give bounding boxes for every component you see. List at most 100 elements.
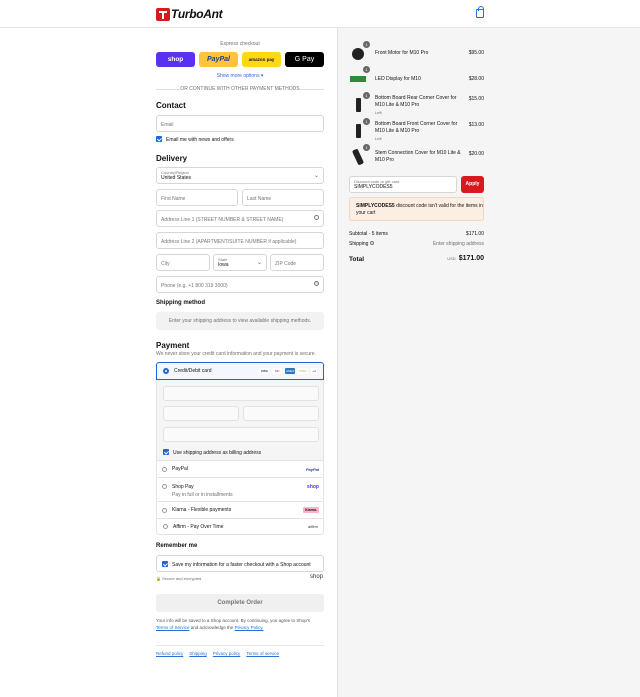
help-icon[interactable]: ?	[314, 281, 319, 286]
total-value: $171.00	[458, 255, 484, 262]
express-checkout-title: Express checkout	[220, 41, 260, 47]
led-display-icon	[350, 76, 366, 82]
payment-heading: Payment	[156, 341, 190, 350]
radio-selected-icon	[163, 368, 169, 374]
card-number-field[interactable]	[163, 386, 319, 401]
news-checkbox-label: Email me with news and offers	[166, 137, 234, 143]
privacy-policy-footer-link[interactable]: Privacy policy	[213, 651, 241, 656]
radio-icon	[162, 507, 167, 513]
amazon-pay-button[interactable]: amazon pay	[242, 52, 281, 67]
affirm-logo-icon: affirm	[308, 524, 318, 529]
google-pay-button[interactable]: G Pay	[285, 52, 324, 67]
card-expiry-field[interactable]	[163, 406, 239, 421]
item-price: $15.00	[468, 96, 484, 102]
help-icon[interactable]	[369, 241, 374, 245]
legal-text: Your info will be saved to a Shop accoun…	[156, 618, 311, 630]
billing-same-label: Use shipping address as billing address	[173, 450, 262, 456]
subtotal-value: $171.00	[465, 231, 484, 237]
terms-of-service-footer-link[interactable]: Terms of service	[246, 651, 279, 656]
item-price: $13.00	[468, 122, 484, 128]
product-image: 1	[349, 66, 370, 88]
motor-icon	[352, 48, 364, 60]
delivery-heading: Delivery	[156, 154, 188, 163]
city-field[interactable]: City	[156, 254, 210, 271]
currency-code: USD	[447, 256, 456, 261]
or-divider-text: OR CONTINUE WITH OTHER PAYMENT METHODS	[180, 86, 300, 92]
item-name: Front Motor for M10 Pro	[375, 50, 429, 56]
product-image: 1	[349, 144, 370, 166]
stem-cover-icon	[351, 148, 365, 166]
item-price: $28.00	[468, 76, 484, 82]
apply-button[interactable]: Apply	[461, 176, 484, 193]
payment-list-border	[323, 460, 324, 518]
news-checkbox[interactable]	[156, 136, 162, 142]
card-cvv-field[interactable]	[243, 406, 319, 421]
shop-logo-icon: shop	[307, 484, 319, 490]
total-value-group: USD $171.00	[447, 255, 484, 262]
shipping-method-note: Enter your shipping address to view avai…	[156, 312, 324, 330]
paypal-logo-icon: PayPal	[305, 466, 319, 472]
secure-note: 🔒 Secure and encrypted	[156, 576, 202, 581]
shop-pay-button[interactable]: shop	[156, 52, 195, 67]
refund-policy-link[interactable]: Refund policy	[156, 651, 183, 656]
discover-icon: DISC	[298, 368, 309, 374]
shipping-link[interactable]: Shipping	[189, 651, 207, 656]
item-name: LED Display for M10	[375, 76, 421, 82]
payment-option-klarna[interactable]: Klarna - Flexible payments Klarna.	[156, 501, 324, 518]
more-cards-icon: +4	[311, 368, 317, 374]
privacy-policy-link[interactable]: Privacy Policy.	[235, 625, 264, 630]
item-price: $20.00	[468, 151, 484, 157]
discount-code-field[interactable]: Discount code or gift card SIMPLYCODES5	[349, 176, 457, 193]
chevron-down-icon: ⌄	[256, 260, 262, 266]
country-select[interactable]: Country/Region United States ⌄	[156, 167, 324, 184]
cover-part-icon	[355, 124, 361, 138]
payment-option-affirm[interactable]: Affirm - Pay Over Time affirm	[156, 518, 324, 535]
discount-error-banner: SIMPLYCODES5 discount code isn't valid f…	[349, 197, 484, 221]
item-price: $95.00	[468, 50, 484, 56]
save-info-label: Save my information for a faster checkou…	[172, 562, 311, 568]
save-info-box[interactable]: Save my information for a faster checkou…	[156, 555, 324, 572]
cart-bag-icon[interactable]	[476, 6, 484, 18]
complete-order-button[interactable]: Complete Order	[156, 594, 324, 612]
phone-field[interactable]: Phone (e.g. +1 800 319 3000) ?	[156, 276, 324, 293]
email-field[interactable]: Email	[156, 115, 324, 132]
last-name-field[interactable]: Last Name	[242, 189, 324, 206]
payment-list-border	[156, 460, 157, 518]
header: TurboAnt	[0, 0, 640, 28]
radio-icon	[162, 466, 167, 472]
state-select[interactable]: State Iowa ⌄	[213, 254, 267, 271]
billing-same-checkbox[interactable]	[163, 449, 169, 455]
credit-card-option[interactable]: Credit/Debit card VISA MC AMEX DISC +4	[156, 362, 324, 380]
remember-me-heading: Remember me	[156, 543, 198, 549]
card-form-panel: Use shipping address as billing address	[156, 380, 324, 460]
shop-logo-icon: shop	[310, 574, 324, 580]
mastercard-icon: MC	[272, 368, 283, 374]
radio-icon	[163, 524, 168, 529]
product-image: 1	[349, 41, 370, 63]
payment-option-paypal[interactable]: PayPal PayPal	[156, 460, 324, 477]
klarna-logo-icon: Klarna.	[303, 507, 319, 513]
terms-of-service-link[interactable]: Terms of Service	[156, 625, 190, 630]
shipping-value: Enter shipping address	[432, 241, 484, 247]
address-line-1-field[interactable]: Address Line 1 (STREET NUMBER & STREET N…	[156, 210, 324, 227]
chevron-down-icon: ▾	[260, 73, 264, 79]
show-more-options-link[interactable]: Show more options ▾	[156, 73, 324, 79]
contact-heading: Contact	[156, 101, 186, 110]
payment-option-shop-pay[interactable]: Shop Pay Pay in full or in installments …	[156, 477, 324, 501]
brand-logo[interactable]: TurboAnt	[156, 7, 223, 21]
zip-code-field[interactable]: ZIP Code	[270, 254, 324, 271]
shipping-method-heading: Shipping method	[156, 300, 205, 306]
search-icon	[314, 215, 319, 220]
chevron-down-icon: ⌄	[313, 173, 319, 179]
address-line-2-field[interactable]: Address Line 2 (APARTMENT/SUITE NUMBER i…	[156, 232, 324, 249]
product-image: 1	[349, 118, 370, 140]
shipping-label: Shipping	[349, 241, 374, 247]
card-name-field[interactable]	[163, 427, 319, 442]
save-info-checkbox[interactable]	[162, 561, 168, 567]
total-label: Total	[349, 256, 365, 263]
first-name-field[interactable]: First Name	[156, 189, 238, 206]
turboant-logo-icon	[156, 7, 170, 21]
paypal-button[interactable]: PayPal	[199, 52, 238, 67]
footer-links: Refund policy Shipping Privacy policy Te…	[156, 651, 279, 656]
visa-icon: VISA	[259, 368, 270, 374]
